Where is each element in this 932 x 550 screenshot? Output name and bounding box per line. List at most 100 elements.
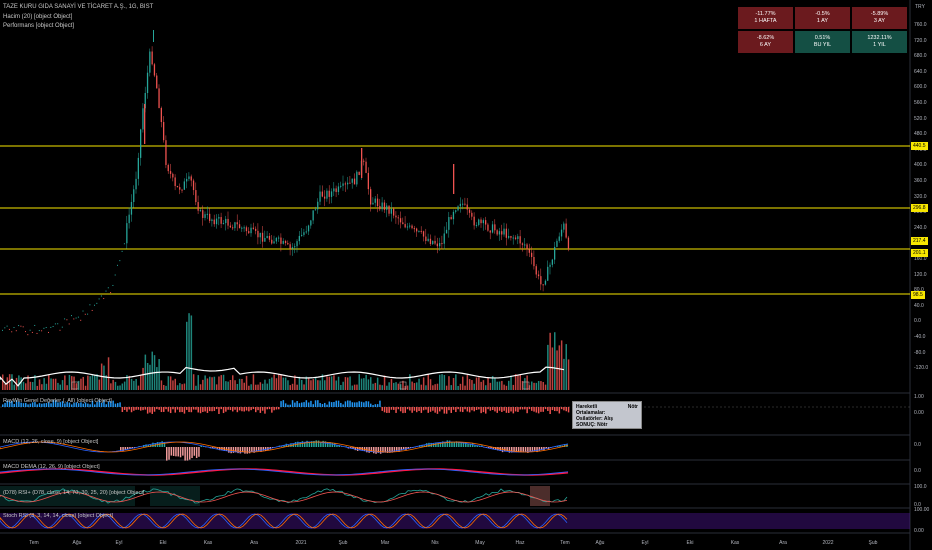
raywin-bar bbox=[342, 404, 344, 407]
candle-body bbox=[133, 189, 135, 202]
macd-pane-label[interactable]: MACD (12, 26, close, 9) [object Object] bbox=[3, 439, 98, 445]
raywin-bar bbox=[494, 407, 496, 412]
raywin-bar bbox=[188, 407, 190, 413]
volume-bar bbox=[188, 313, 190, 390]
raywin-bar bbox=[512, 407, 515, 414]
candle-body bbox=[156, 75, 158, 89]
candle-body bbox=[514, 237, 517, 239]
volume-bar bbox=[376, 377, 379, 390]
raywin-bar bbox=[455, 407, 457, 413]
raywin-bar bbox=[204, 407, 206, 412]
candle-body bbox=[142, 108, 144, 130]
price-dot bbox=[4, 327, 6, 329]
candle-body bbox=[259, 232, 261, 238]
candle-body bbox=[540, 276, 542, 285]
price-dot bbox=[77, 316, 79, 318]
raywin-bar bbox=[163, 407, 165, 412]
volume-bar bbox=[271, 377, 273, 390]
volume-bar bbox=[133, 380, 135, 390]
volume-bar bbox=[18, 375, 20, 390]
chart-canvas[interactable] bbox=[0, 0, 932, 550]
raywin-bar bbox=[549, 407, 551, 414]
volume-bar bbox=[466, 375, 469, 390]
candle-body bbox=[275, 237, 277, 242]
volume-bar bbox=[156, 367, 158, 390]
volume-bar bbox=[225, 381, 227, 390]
raywin-bar bbox=[356, 402, 358, 407]
macd-histogram-bar bbox=[244, 447, 246, 454]
price-dot bbox=[94, 304, 95, 306]
raywin-bar bbox=[183, 407, 186, 414]
time-axis-tick: Ara bbox=[250, 540, 258, 546]
raywin-axis-tick: 0.00 bbox=[914, 410, 924, 416]
volume-bar bbox=[503, 384, 505, 390]
price-dot bbox=[84, 313, 86, 315]
candle-body bbox=[199, 210, 202, 212]
volume-bar bbox=[537, 381, 540, 390]
raywin-bar bbox=[397, 407, 400, 410]
macd-dema-pane-label[interactable]: MACD DEMA (12, 26, 9) [object Object] bbox=[3, 464, 100, 470]
candle-body bbox=[556, 240, 558, 247]
raywin-bar bbox=[252, 407, 255, 410]
raywin-bar bbox=[498, 407, 501, 411]
candle-body bbox=[234, 222, 236, 229]
raywin-bar bbox=[245, 407, 248, 411]
raywin-bar bbox=[225, 407, 227, 412]
raywin-bar bbox=[202, 407, 204, 412]
volume-bar bbox=[411, 381, 413, 390]
candle-body bbox=[236, 222, 238, 225]
volume-bar bbox=[317, 380, 319, 390]
raywin-bar bbox=[169, 407, 172, 414]
volume-bar bbox=[480, 381, 482, 390]
raywin-bar bbox=[227, 407, 229, 410]
raywin-bar bbox=[222, 407, 225, 414]
candle-body bbox=[301, 234, 303, 236]
volume-bar bbox=[59, 384, 61, 390]
candle-body bbox=[319, 191, 321, 202]
candle-body bbox=[508, 236, 510, 238]
volume-bar bbox=[2, 374, 4, 390]
raywin-bar bbox=[142, 407, 144, 411]
volume-bar bbox=[94, 375, 96, 390]
volume-bar bbox=[114, 381, 117, 390]
volume-bar bbox=[183, 383, 186, 390]
performance-indicator-label[interactable]: Performans [object Object] bbox=[3, 23, 74, 29]
volume-bar bbox=[383, 375, 386, 390]
candle-body bbox=[137, 157, 139, 179]
raywin-bar bbox=[432, 407, 434, 411]
candle-body bbox=[482, 220, 484, 224]
candle-body bbox=[264, 238, 266, 242]
volume-bar bbox=[176, 385, 179, 390]
candle-body bbox=[429, 238, 432, 244]
volume-bar bbox=[43, 378, 45, 390]
price-dot bbox=[112, 284, 114, 286]
volume-bar bbox=[149, 364, 151, 390]
volume-bar bbox=[356, 384, 358, 390]
candle-body bbox=[459, 203, 461, 207]
currency-label[interactable]: TRY bbox=[915, 4, 925, 10]
rsi-pane-label[interactable]: (D78) RSI+ (D78, close, 14, 70, 30, 25, … bbox=[3, 490, 144, 496]
stoch-rsi-pane-label[interactable]: Stoch RSI (3, 3, 14, 14, close) [object … bbox=[3, 513, 113, 519]
candle-body bbox=[314, 209, 317, 211]
raywin-pane-label[interactable]: RayWin Genel Değerler (, All) [object Ob… bbox=[3, 398, 112, 404]
raywin-bar bbox=[388, 407, 390, 413]
raywin-bar bbox=[402, 407, 404, 414]
price-dot bbox=[82, 310, 84, 312]
volume-bar bbox=[241, 378, 243, 390]
raywin-bar bbox=[298, 403, 301, 407]
raywin-bar bbox=[337, 400, 340, 407]
volume-bar bbox=[347, 377, 349, 390]
candle-body bbox=[243, 227, 245, 229]
volume-indicator-label[interactable]: Hacim (20) [object Object] bbox=[3, 14, 72, 20]
candle-body bbox=[510, 236, 512, 238]
price-dot bbox=[8, 328, 10, 330]
volume-bar bbox=[395, 382, 397, 390]
raywin-bar bbox=[156, 407, 158, 410]
time-axis-tick: Tem bbox=[560, 540, 570, 546]
macd-histogram-bar bbox=[453, 442, 455, 447]
candle-body bbox=[560, 229, 563, 237]
raywin-bar bbox=[330, 402, 333, 407]
volume-bar bbox=[542, 382, 544, 390]
candle-body bbox=[464, 203, 466, 205]
volume-bar bbox=[238, 378, 241, 390]
